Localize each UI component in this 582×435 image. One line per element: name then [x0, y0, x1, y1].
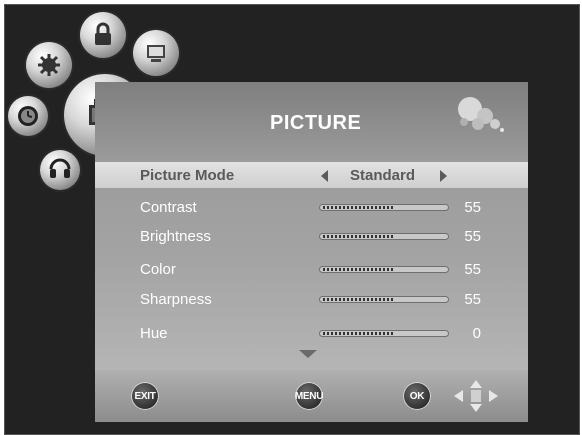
brightness-row[interactable]: Brightness 55: [95, 223, 528, 249]
brightness-value: 55: [464, 228, 481, 245]
sound-icon[interactable]: [40, 150, 80, 190]
picture-mode-value: Standard: [350, 167, 416, 184]
button-bar: EXIT MENU OK: [95, 370, 528, 422]
ok-button[interactable]: OK: [403, 382, 431, 410]
clock-icon[interactable]: [8, 96, 48, 136]
lock-icon[interactable]: [80, 12, 126, 58]
color-label: Color: [140, 261, 176, 278]
menu-header: PICTURE: [95, 82, 528, 160]
sharpness-row[interactable]: Sharpness 55: [95, 286, 528, 312]
exit-button[interactable]: EXIT: [131, 382, 159, 410]
sharpness-value: 55: [464, 291, 481, 308]
mode-left-arrow-icon[interactable]: [321, 170, 328, 182]
screen-icon[interactable]: [133, 30, 179, 76]
brightness-slider-fill: [323, 235, 394, 238]
brightness-slider[interactable]: [319, 233, 449, 240]
bubbles-decoration-icon: [458, 97, 504, 132]
contrast-label: Contrast: [140, 199, 197, 216]
contrast-slider-fill: [323, 206, 394, 209]
brightness-label: Brightness: [140, 228, 211, 245]
hue-value: 0: [472, 325, 481, 342]
hue-row[interactable]: Hue 0: [95, 320, 528, 346]
sharpness-label: Sharpness: [140, 291, 212, 308]
color-slider[interactable]: [319, 266, 449, 273]
contrast-value: 55: [464, 199, 481, 216]
picture-mode-label: Picture Mode: [140, 167, 235, 184]
color-slider-fill: [323, 268, 394, 271]
hue-slider[interactable]: [319, 330, 449, 337]
sharpness-slider[interactable]: [319, 296, 449, 303]
hue-label: Hue: [140, 325, 168, 342]
contrast-row[interactable]: Contrast 55: [95, 194, 528, 220]
color-row[interactable]: Color 55: [95, 256, 528, 282]
menu-button[interactable]: MENU: [295, 382, 323, 410]
sharpness-slider-fill: [323, 298, 394, 301]
dpad-icon[interactable]: [451, 378, 501, 414]
scroll-down-arrow-icon[interactable]: [299, 350, 317, 358]
settings-icon[interactable]: [26, 42, 72, 88]
color-value: 55: [464, 261, 481, 278]
menu-title: PICTURE: [270, 112, 362, 134]
mode-right-arrow-icon[interactable]: [440, 170, 447, 182]
picture-menu-panel: PICTURE Picture Mode Standard Contrast 5…: [95, 82, 528, 370]
hue-slider-fill: [323, 332, 394, 335]
contrast-slider[interactable]: [319, 204, 449, 211]
picture-mode-row[interactable]: Picture Mode Standard: [95, 162, 528, 188]
